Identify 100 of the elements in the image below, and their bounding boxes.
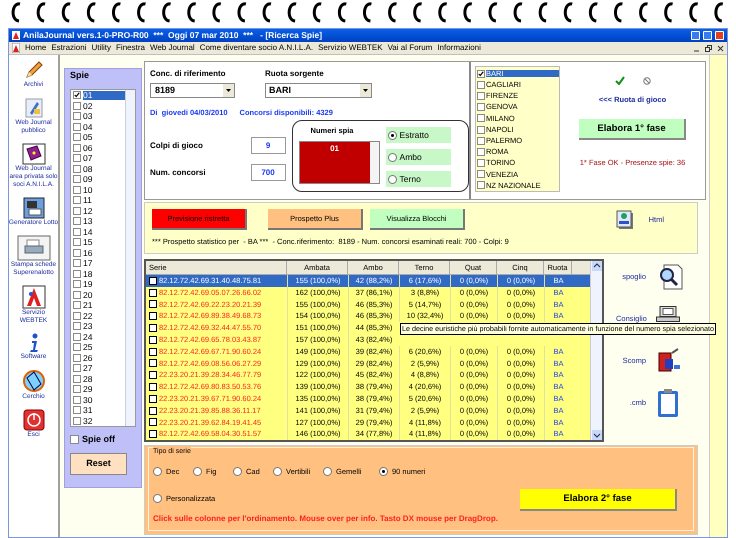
list-item[interactable]: 10 — [83, 186, 125, 194]
checkbox[interactable] — [73, 259, 81, 268]
radio-button[interactable] — [233, 467, 242, 476]
list-item[interactable]: 11 — [83, 196, 125, 204]
menu-item[interactable]: Servizio WEBTEK — [318, 44, 383, 52]
checkbox[interactable] — [73, 175, 81, 184]
minimize-button[interactable] — [691, 31, 700, 40]
row-checkbox[interactable] — [149, 276, 157, 285]
radio-button[interactable] — [273, 467, 282, 476]
row-checkbox[interactable] — [149, 288, 157, 297]
radio-button[interactable] — [153, 467, 162, 476]
concorso-dropdown[interactable]: 8189 — [150, 83, 235, 98]
row-checkbox[interactable] — [149, 359, 157, 368]
list-item[interactable]: 28 — [83, 374, 125, 383]
checkbox[interactable] — [73, 206, 81, 215]
close-button[interactable] — [715, 31, 724, 40]
row-checkbox[interactable] — [149, 394, 157, 403]
restore-icon[interactable] — [705, 44, 712, 52]
row-checkbox[interactable] — [149, 406, 157, 415]
checkbox[interactable] — [73, 406, 81, 414]
checkbox[interactable] — [73, 374, 81, 383]
checkbox[interactable] — [73, 364, 81, 372]
row-checkbox[interactable] — [149, 371, 157, 380]
list-item[interactable]: 12 — [83, 206, 125, 215]
list-item[interactable]: 01 — [83, 91, 125, 100]
menu-item[interactable]: Vai al Forum — [388, 44, 432, 52]
list-item[interactable]: 06 — [83, 144, 125, 152]
maximize-button[interactable] — [703, 31, 712, 40]
checkbox[interactable] — [73, 385, 81, 394]
list-item[interactable]: 29 — [83, 385, 125, 394]
checkbox[interactable] — [73, 133, 81, 142]
prohibited-icon[interactable] — [642, 76, 650, 84]
list-item[interactable]: 18 — [83, 270, 125, 278]
checkbox[interactable] — [477, 70, 485, 78]
list-item[interactable]: 32 — [83, 416, 125, 425]
checkbox[interactable] — [477, 114, 485, 122]
checkbox[interactable] — [73, 416, 81, 425]
row-checkbox[interactable] — [149, 300, 157, 308]
radio-button[interactable] — [193, 467, 202, 476]
checkbox[interactable] — [73, 154, 81, 162]
list-item[interactable]: 30 — [83, 396, 125, 404]
list-item[interactable]: 25 — [83, 343, 125, 352]
menu-item[interactable]: Informazioni — [437, 44, 481, 52]
checkbox[interactable] — [73, 354, 81, 362]
checkbox[interactable] — [73, 290, 81, 299]
checkbox[interactable] — [73, 396, 81, 404]
list-item[interactable]: 04 — [83, 122, 125, 131]
checkbox[interactable] — [477, 92, 485, 100]
row-checkbox[interactable] — [149, 312, 157, 320]
list-item[interactable]: 24 — [83, 332, 125, 341]
checkbox[interactable] — [73, 280, 81, 288]
checkbox[interactable] — [73, 332, 81, 341]
checkbox[interactable] — [73, 112, 81, 120]
colpi-input[interactable]: 9 — [250, 137, 286, 154]
radio-button[interactable] — [323, 467, 332, 476]
menu-item[interactable]: Come diventare socio A.N.I.L.A. — [200, 44, 314, 52]
scroll-up-icon[interactable] — [592, 261, 602, 271]
list-item[interactable]: 22 — [83, 312, 125, 320]
checkbox[interactable] — [73, 238, 81, 246]
elabora-fase1-button[interactable]: Elabora 1° fase — [579, 119, 686, 140]
checkbox[interactable] — [73, 217, 81, 226]
list-item[interactable]: 13 — [83, 217, 125, 226]
elabora-fase2-button[interactable]: Elabora 2° fase — [520, 489, 677, 512]
checkbox[interactable] — [73, 248, 81, 257]
menu-item[interactable]: Web Journal — [150, 44, 195, 52]
list-item[interactable]: 14 — [83, 228, 125, 236]
checkbox[interactable] — [477, 80, 485, 89]
scrollbar[interactable] — [125, 90, 135, 426]
list-item[interactable]: 26 — [83, 354, 125, 362]
checkbox[interactable] — [477, 181, 485, 190]
scrollbar[interactable] — [370, 142, 379, 184]
row-checkbox[interactable] — [149, 324, 157, 332]
checkbox[interactable] — [477, 126, 485, 134]
list-item[interactable]: 07 — [83, 154, 125, 162]
menu-item[interactable]: Home — [25, 44, 46, 52]
list-item[interactable]: 31 — [83, 406, 125, 414]
radio-button[interactable] — [153, 494, 162, 503]
list-item[interactable]: 23 — [83, 322, 125, 330]
list-item[interactable]: 03 — [83, 112, 125, 120]
checkmark-icon[interactable] — [614, 76, 624, 85]
list-item[interactable]: 27 — [83, 364, 125, 372]
menu-item[interactable]: Estrazioni — [51, 44, 86, 52]
radio-button[interactable] — [388, 152, 397, 162]
checkbox[interactable] — [73, 144, 81, 152]
list-item[interactable]: 15 — [83, 238, 125, 246]
checkbox[interactable] — [73, 91, 81, 100]
close-icon[interactable] — [717, 44, 724, 52]
menu-item[interactable]: Finestra — [116, 44, 145, 52]
checkbox[interactable] — [73, 312, 81, 320]
row-checkbox[interactable] — [149, 418, 157, 426]
checkbox[interactable] — [477, 136, 485, 145]
reset-button[interactable]: Reset — [70, 452, 127, 474]
checkbox[interactable] — [73, 270, 81, 278]
checkbox[interactable] — [477, 148, 485, 156]
list-item[interactable]: 20 — [83, 290, 125, 299]
ruota-dropdown[interactable]: BARI — [265, 83, 372, 98]
row-checkbox[interactable] — [149, 430, 157, 438]
row-checkbox[interactable] — [149, 348, 157, 356]
list-item[interactable]: 17 — [83, 259, 125, 268]
checkbox[interactable] — [73, 122, 81, 131]
